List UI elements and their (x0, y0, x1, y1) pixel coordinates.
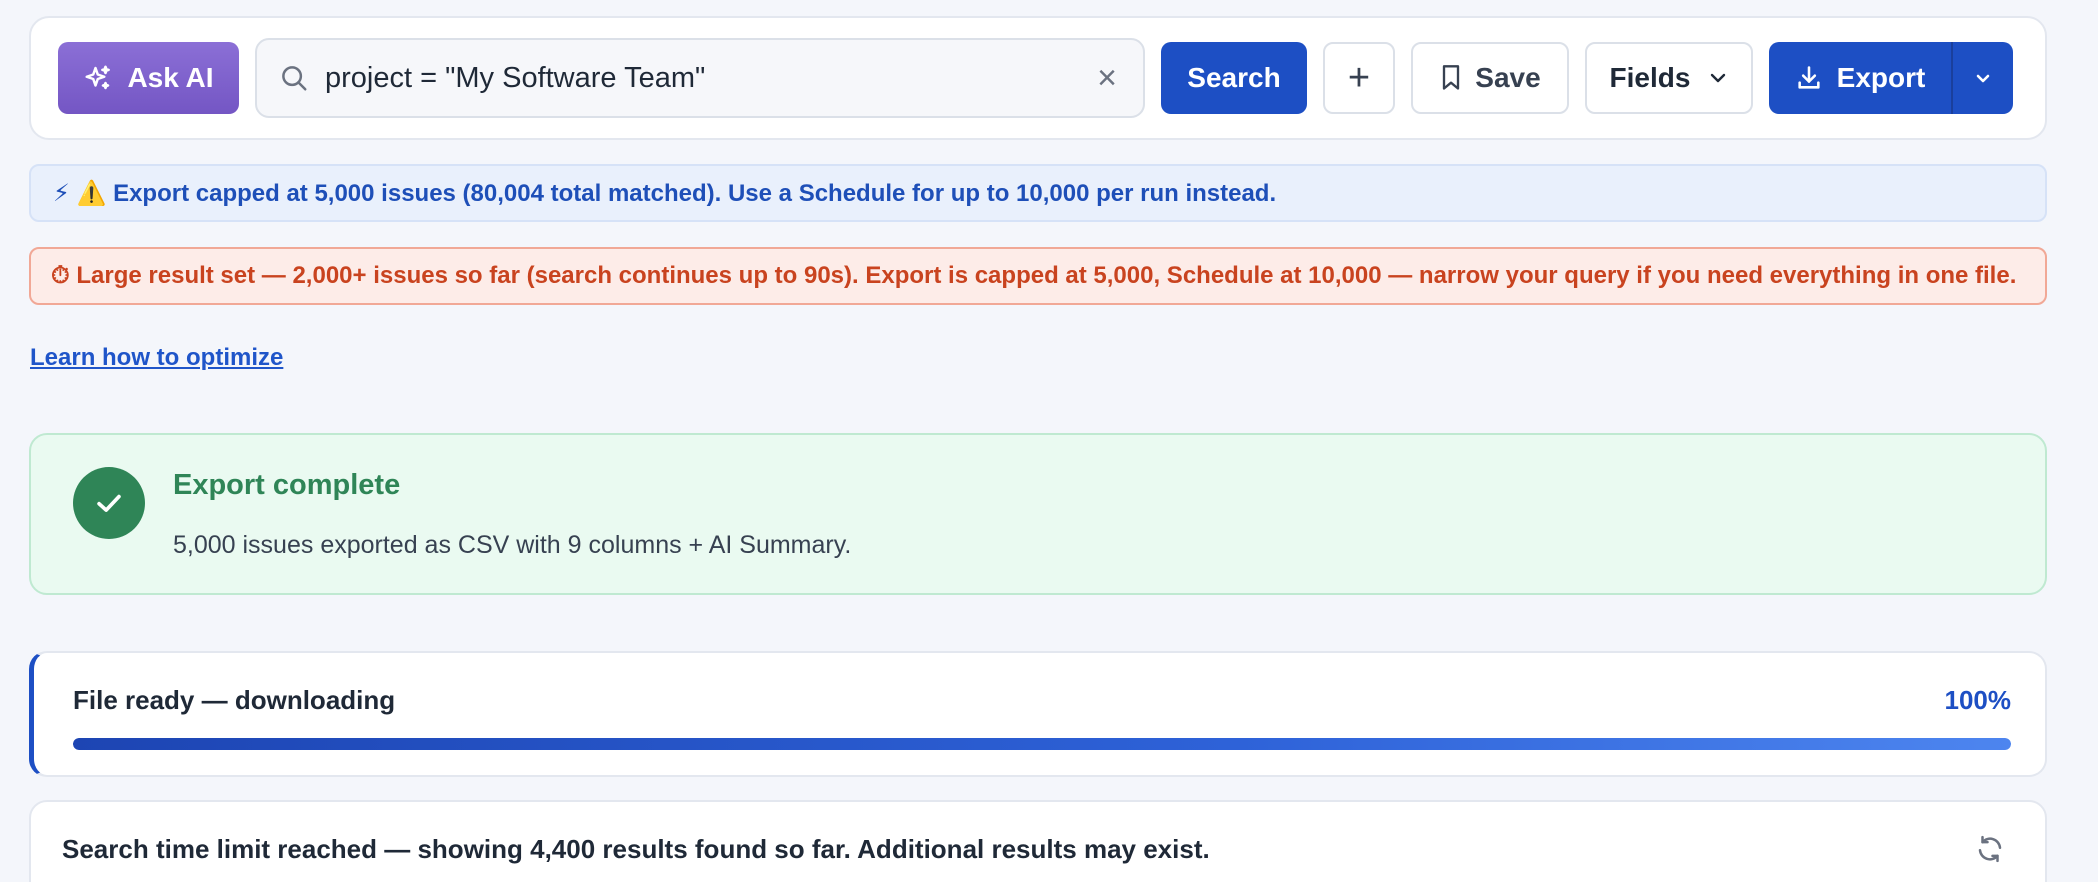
search-field[interactable]: × (255, 38, 1145, 118)
download-icon (1798, 66, 1820, 89)
ask-ai-label: Ask AI (127, 62, 214, 93)
export-label: Export (1836, 62, 1926, 93)
export-complete-description: 5,000 issues exported as CSV with 9 colu… (173, 531, 852, 559)
sparkles-icon (85, 65, 111, 90)
time-limit-card: Search time limit reached — showing 4,40… (29, 800, 2047, 882)
page: Ask AI × Search + Save Fields (0, 0, 2098, 882)
export-complete-title: Export complete (173, 469, 401, 501)
save-button[interactable]: Save (1411, 42, 1569, 114)
export-cap-banner: ⚡ ⚠️ Export capped at 5,000 issues (80,0… (29, 164, 2047, 222)
export-button[interactable]: Export (1769, 42, 1951, 114)
refresh-icon[interactable] (1975, 834, 2005, 864)
progress-track (73, 738, 2011, 750)
export-split-button: Export (1769, 42, 2013, 114)
fields-label: Fields (1609, 62, 1691, 93)
search-input[interactable] (325, 61, 1098, 95)
ask-ai-button[interactable]: Ask AI (58, 42, 239, 114)
export-cap-text: ⚡ ⚠️ Export capped at 5,000 issues (80,0… (53, 179, 1277, 207)
bookmark-icon (1443, 65, 1460, 90)
time-limit-text: Search time limit reached — showing 4,40… (62, 834, 1210, 864)
large-result-banner: ⏱ Large result set — 2,000+ issues so fa… (29, 247, 2047, 305)
search-button[interactable]: Search (1161, 42, 1307, 114)
search-icon (282, 66, 307, 91)
progress-percent: 100% (1944, 685, 2012, 715)
download-progress-card: File ready — downloading 100% (29, 651, 2047, 777)
progress-label: File ready — downloading (73, 685, 396, 715)
check-icon (73, 467, 145, 539)
fields-dropdown[interactable]: Fields (1585, 42, 1753, 114)
large-result-text: ⏱ Large result set — 2,000+ issues so fa… (51, 262, 2017, 289)
learn-optimize-link[interactable]: Learn how to optimize (30, 344, 283, 372)
chevron-down-icon (1976, 74, 1990, 83)
progress-fill (73, 738, 2011, 750)
plus-icon[interactable]: + (1323, 42, 1395, 114)
chevron-down-icon (1711, 73, 1726, 83)
save-label: Save (1475, 62, 1541, 93)
close-icon[interactable]: × (1097, 61, 1117, 95)
export-complete-card: Export complete 5,000 issues exported as… (29, 433, 2047, 595)
search-toolbar: Ask AI × Search + Save Fields (29, 16, 2047, 140)
export-options-button[interactable] (1953, 42, 2013, 114)
